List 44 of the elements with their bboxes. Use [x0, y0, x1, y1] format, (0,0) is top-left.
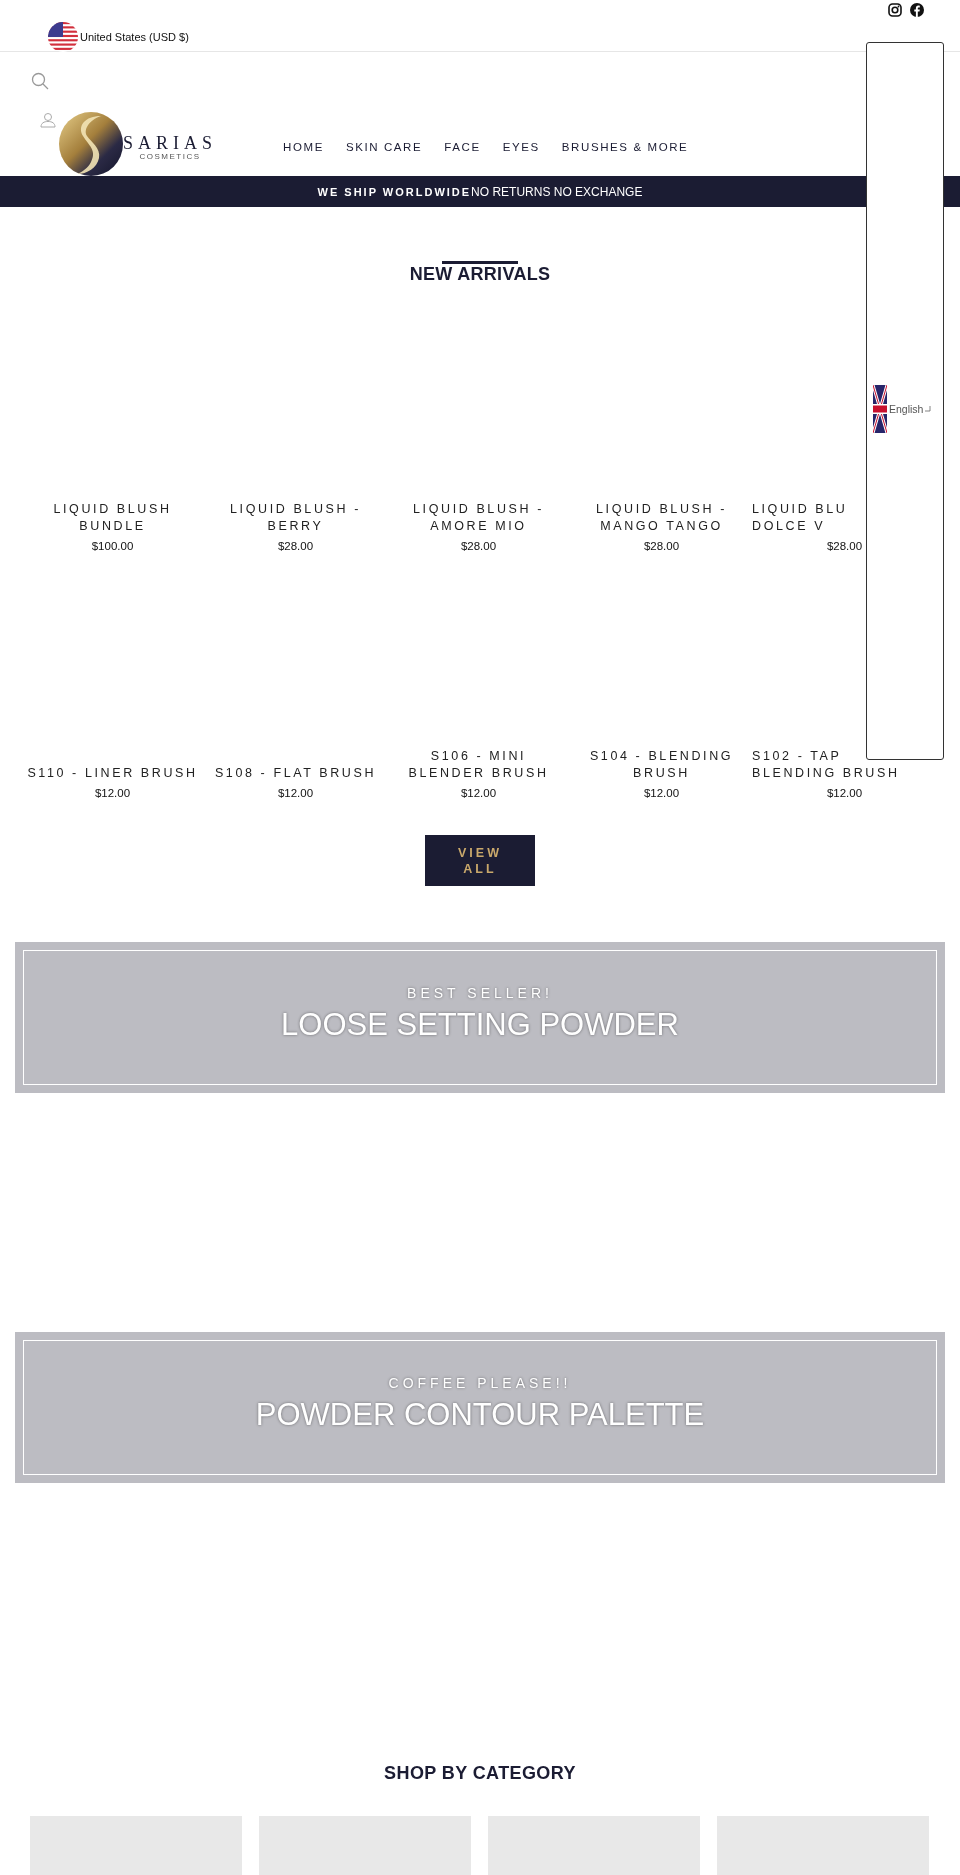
nav-link[interactable]: BRUSHES & MORE — [561, 141, 689, 153]
user-icon[interactable] — [40, 112, 56, 128]
announcement-text: WE SHIP WORLDWIDE NO RETURNS NO EXCHANGE — [317, 184, 643, 199]
product-title[interactable]: LIQUID BLUSH BUNDLE — [53, 501, 172, 534]
section-heading: SHOP BY CATEGORY — [384, 1763, 576, 1783]
product-price: $28.00 — [277, 539, 314, 554]
banner-subtitle: COFFEE PLEASE!! — [388, 1374, 572, 1391]
product-price: $12.00 — [460, 786, 497, 801]
nav-link[interactable]: EYES — [502, 141, 540, 153]
uk-flag-icon[interactable] — [873, 385, 887, 433]
currency-selector[interactable]: United States (USD $) — [80, 30, 189, 43]
product-title[interactable]: LIQUID BLUSH - MANGO TANGO — [596, 501, 727, 534]
product-title[interactable]: LIQUID BLUSH - BERRY — [230, 501, 361, 534]
language-option[interactable]: English — [889, 403, 924, 415]
instagram-icon[interactable] — [888, 3, 902, 17]
product-price: $12.00 — [643, 786, 680, 801]
product-title[interactable]: S108 - FLAT BRUSH — [214, 764, 377, 781]
product-price: $28.00 — [643, 539, 680, 554]
product-title[interactable]: LIQUID BLUSH - AMORE MIO — [413, 501, 544, 534]
search-icon[interactable] — [31, 72, 49, 90]
product-price: $12.00 — [94, 786, 131, 801]
product-title[interactable]: S102 - TAP BLENDING BRUSH — [752, 748, 900, 781]
nav-link[interactable]: SKIN CARE — [345, 141, 423, 153]
product-price: $12.00 — [277, 786, 314, 801]
banner-subtitle: BEST SELLER! — [407, 984, 553, 1001]
product-title[interactable]: S110 - LINER BRUSH — [27, 764, 198, 781]
view-all-button[interactable]: VIEW ALL — [425, 835, 535, 886]
corner-icon — [925, 406, 932, 412]
product-price: $28.00 — [826, 539, 863, 554]
nav-link[interactable]: HOME — [283, 141, 324, 153]
banner-title: LOOSE SETTING POWDER — [281, 1006, 679, 1043]
nav-link[interactable]: FACE — [444, 141, 481, 153]
us-flag-icon — [48, 21, 78, 52]
product-price: $28.00 — [460, 539, 497, 554]
logo-tagline: COSMETICS — [139, 152, 201, 162]
facebook-icon[interactable] — [910, 3, 924, 17]
product-title[interactable]: S104 - BLENDING BRUSH — [589, 748, 734, 781]
section-heading: NEW ARRIVALS — [409, 264, 551, 284]
product-price: $12.00 — [826, 786, 863, 801]
logo-name[interactable]: SARIAS — [123, 134, 218, 153]
product-title[interactable]: LIQUID BLU DOLCE V — [752, 501, 848, 534]
banner-title: POWDER CONTOUR PALETTE — [255, 1396, 705, 1433]
product-title[interactable]: S106 - MINI BLENDER BRUSH — [408, 748, 549, 781]
product-price: $100.00 — [91, 539, 134, 554]
